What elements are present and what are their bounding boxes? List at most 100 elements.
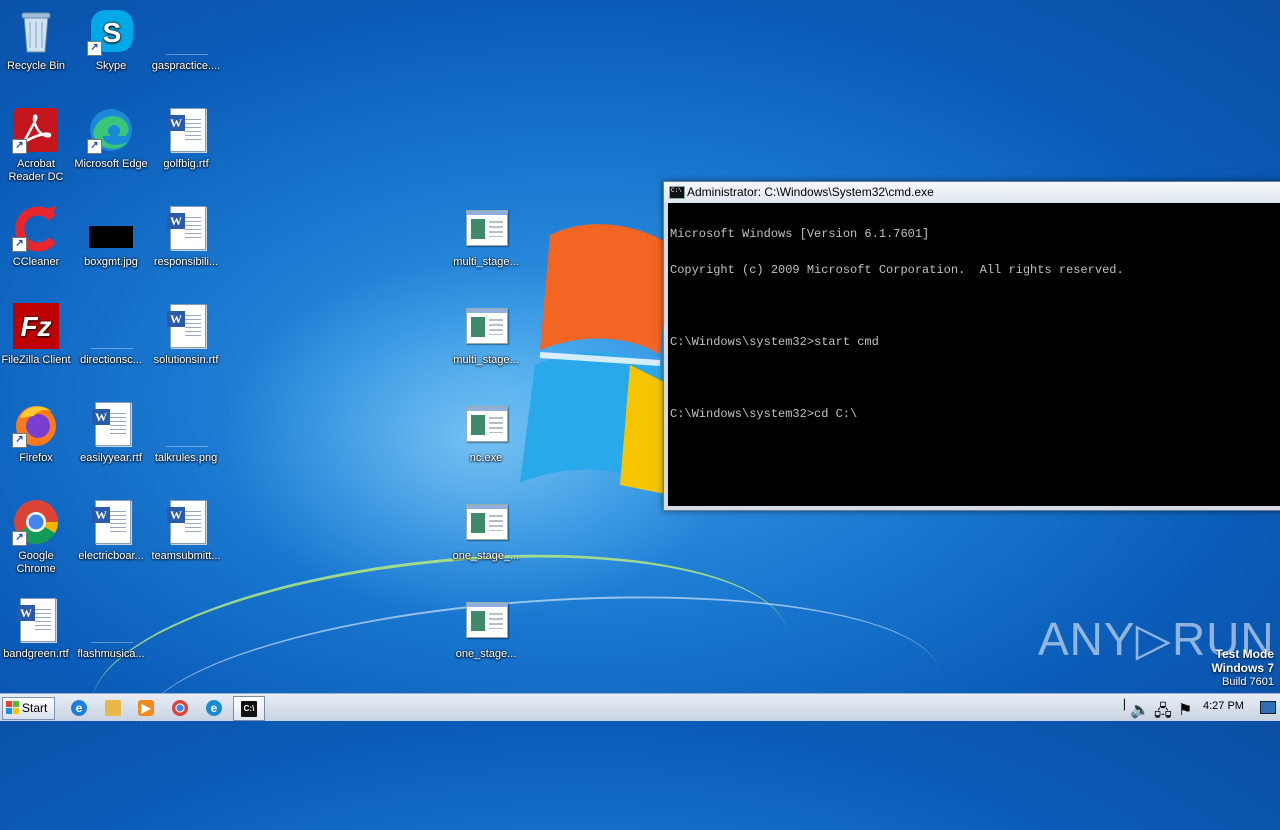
desktop-icon-bandgreen[interactable]: W bandgreen.rtf <box>0 590 74 661</box>
word-document-icon: W <box>162 302 210 350</box>
desktop-icon-label: Recycle Bin <box>6 60 66 72</box>
taskbar-file-explorer[interactable] <box>98 696 128 719</box>
image-file-icon <box>162 8 210 56</box>
desktop-icon-label: electricboar... <box>78 550 144 562</box>
desktop-icon-label: responsibili... <box>153 256 219 268</box>
word-document-icon: W <box>162 106 210 154</box>
taskbar-clock[interactable]: 4:27 PM <box>1203 700 1244 712</box>
desktop-icon-recycle-bin[interactable]: Recycle Bin <box>0 2 74 73</box>
shortcut-arrow-icon: ↗ <box>12 237 27 252</box>
desktop-icon-label: FileZilla Client <box>1 354 71 366</box>
desktop-icon-label: one_stage... <box>455 648 517 660</box>
shortcut-arrow-icon: ↗ <box>12 139 27 154</box>
desktop-icon-label: Firefox <box>19 452 53 464</box>
volume-icon[interactable]: 🔈 <box>1130 700 1150 720</box>
image-file-icon <box>87 596 135 644</box>
build-label: Build 7601 <box>1222 676 1274 688</box>
desktop-icon-boxgmt[interactable]: boxgmt.jpg <box>73 198 149 269</box>
test-mode-label: Test Mode <box>1215 647 1274 661</box>
desktop-icon-gaspractice[interactable]: gaspractice.... <box>148 2 224 73</box>
executable-icon <box>462 204 510 252</box>
start-button[interactable]: Start <box>2 697 55 720</box>
executable-icon <box>462 498 510 546</box>
chrome-icon <box>172 700 188 716</box>
desktop-icon-talkrules[interactable]: talkrules.png <box>148 394 224 465</box>
desktop-icon-label: multi_stage... <box>453 354 519 366</box>
console-line: Microsoft Windows [Version 6.1.7601] <box>670 227 930 241</box>
desktop-icon-easilyyear[interactable]: W easilyyear.rtf <box>73 394 149 465</box>
desktop-icon-chrome[interactable]: ↗ Google Chrome <box>0 492 74 576</box>
desktop-icon-one-stage-2[interactable]: one_stage... <box>448 590 524 661</box>
edge-icon: ↗ <box>87 106 135 154</box>
cmd-icon <box>669 186 685 199</box>
word-document-icon: W <box>12 596 60 644</box>
desktop-icon-flashmusica[interactable]: flashmusica... <box>73 590 149 661</box>
test-mode-notice: Test Mode Windows 7 Build 7601 <box>1211 647 1274 689</box>
taskbar: Start e ▶ e C:\ ▏ 🔈 🖧 ⚑ 4:27 PM <box>0 693 1280 721</box>
desktop-icon-label: CCleaner <box>12 256 60 268</box>
show-desktop-button[interactable] <box>1258 697 1276 717</box>
console-line: C:\Windows\system32>cd C:\ <box>670 407 858 421</box>
desktop-icon-directionsc[interactable]: directionsc... <box>73 296 149 367</box>
desktop-icon-solutionsin[interactable]: W solutionsin.rtf <box>148 296 224 367</box>
taskbar-edge[interactable]: e <box>199 696 229 719</box>
media-player-icon: ▶ <box>138 700 154 716</box>
shortcut-arrow-icon: ↗ <box>87 41 102 56</box>
firefox-icon: ↗ <box>12 400 60 448</box>
image-file-icon <box>162 400 210 448</box>
shortcut-arrow-icon: ↗ <box>12 531 27 546</box>
cmd-window[interactable]: Administrator: C:\Windows\System32\cmd.e… <box>663 181 1280 511</box>
console-line: Copyright (c) 2009 Microsoft Corporation… <box>670 263 1124 277</box>
desktop-icon-nc-exe[interactable]: nc.exe <box>448 394 524 465</box>
desktop-icon-label: one_stage_... <box>452 550 520 562</box>
executable-icon <box>462 400 510 448</box>
desktop-icon-edge[interactable]: ↗ Microsoft Edge <box>73 100 149 171</box>
taskbar-chrome[interactable] <box>165 696 195 719</box>
desktop-icon-label: Acrobat Reader DC <box>8 158 64 183</box>
image-file-icon <box>87 204 135 252</box>
filezilla-icon: Fz <box>12 302 60 350</box>
desktop-icon-ccleaner[interactable]: ↗ CCleaner <box>0 198 74 269</box>
word-document-icon: W <box>162 498 210 546</box>
desktop-icon-skype[interactable]: S ↗ Skype <box>73 2 149 73</box>
desktop-icon-label: Google Chrome <box>16 550 56 575</box>
executable-icon <box>462 596 510 644</box>
desktop-icon-multi-stage-1[interactable]: multi_stage... <box>448 198 524 269</box>
desktop-icon-acrobat[interactable]: ↗ Acrobat Reader DC <box>0 100 74 184</box>
edge-icon: e <box>206 700 222 716</box>
desktop-icon-teamsubmitt[interactable]: W teamsubmitt... <box>148 492 224 563</box>
desktop-icon-firefox[interactable]: ↗ Firefox <box>0 394 74 465</box>
desktop-icon-label: teamsubmitt... <box>151 550 221 562</box>
acrobat-reader-icon: ↗ <box>12 106 60 154</box>
network-icon[interactable]: 🖧 <box>1154 700 1172 727</box>
os-name-label: Windows 7 <box>1211 661 1274 675</box>
action-center-flag-icon[interactable]: ⚑ <box>1178 700 1192 720</box>
taskbar-cmd[interactable]: C:\ <box>233 696 265 721</box>
taskbar-internet-explorer[interactable]: e <box>64 696 94 719</box>
desktop-icon-label: talkrules.png <box>154 452 218 464</box>
word-document-icon: W <box>87 498 135 546</box>
console-line: C:\Windows\system32>start cmd <box>670 335 879 349</box>
desktop-icon-label: flashmusica... <box>77 648 145 660</box>
desktop-icon-one-stage-1[interactable]: one_stage_... <box>448 492 524 563</box>
desktop-icon-label: solutionsin.rtf <box>153 354 219 366</box>
recycle-bin-icon <box>12 8 60 56</box>
desktop-icon-filezilla[interactable]: Fz FileZilla Client <box>0 296 74 367</box>
taskbar-media-player[interactable]: ▶ <box>131 696 161 719</box>
ccleaner-icon: ↗ <box>12 204 60 252</box>
desktop-icon-label: golfbig.rtf <box>163 158 209 170</box>
image-file-icon <box>87 302 135 350</box>
desktop-icon-label: easilyyear.rtf <box>80 452 142 464</box>
shortcut-arrow-icon: ↗ <box>87 139 102 154</box>
cmd-title-bar[interactable]: Administrator: C:\Windows\System32\cmd.e… <box>664 182 1280 203</box>
cmd-console[interactable]: Microsoft Windows [Version 6.1.7601] Cop… <box>668 203 1280 506</box>
executable-icon <box>462 302 510 350</box>
desktop-icon-electricboar[interactable]: W electricboar... <box>73 492 149 563</box>
desktop-icon-responsibili[interactable]: W responsibili... <box>148 198 224 269</box>
desktop-icon-golfbig[interactable]: W golfbig.rtf <box>148 100 224 171</box>
desktop-icon-multi-stage-2[interactable]: multi_stage... <box>448 296 524 367</box>
shortcut-arrow-icon: ↗ <box>12 433 27 448</box>
cmd-window-title: Administrator: C:\Windows\System32\cmd.e… <box>687 185 934 199</box>
file-explorer-icon <box>105 700 121 716</box>
